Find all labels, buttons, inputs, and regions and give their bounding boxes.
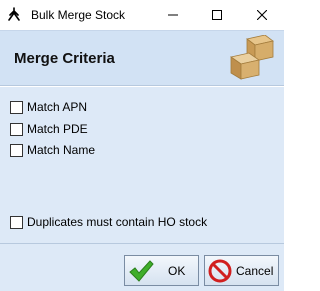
match-name-label: Match Name bbox=[27, 143, 96, 157]
match-name-checkbox[interactable] bbox=[10, 143, 23, 157]
header-title: Merge Criteria bbox=[14, 50, 115, 67]
cancel-icon bbox=[208, 259, 232, 282]
cancel-button[interactable]: Cancel bbox=[204, 255, 279, 286]
minimize-button[interactable] bbox=[151, 0, 195, 30]
cancel-label: Cancel bbox=[236, 263, 274, 278]
close-button[interactable] bbox=[240, 0, 284, 30]
checkmark-icon bbox=[129, 259, 154, 282]
ok-label: OK bbox=[168, 263, 186, 278]
match-name-option[interactable]: Match Name bbox=[10, 143, 95, 157]
title-bar: Bulk Merge Stock bbox=[0, 0, 284, 30]
match-pde-label: Match PDE bbox=[27, 122, 88, 136]
duplicates-checkbox[interactable] bbox=[10, 215, 23, 229]
match-apn-option[interactable]: Match APN bbox=[10, 100, 87, 114]
maximize-button[interactable] bbox=[195, 0, 239, 30]
close-icon bbox=[257, 10, 267, 20]
header-panel: Merge Criteria bbox=[0, 30, 284, 86]
duplicates-label: Duplicates must contain HO stock bbox=[27, 215, 208, 229]
match-apn-label: Match APN bbox=[27, 100, 88, 114]
match-pde-checkbox[interactable] bbox=[10, 122, 23, 136]
ok-button[interactable]: OK bbox=[124, 255, 199, 286]
criteria-panel: Match APN Match PDE Match Name Duplicate… bbox=[0, 87, 284, 243]
boxes-icon bbox=[230, 35, 274, 80]
duplicates-option[interactable]: Duplicates must contain HO stock bbox=[10, 215, 207, 229]
window-title: Bulk Merge Stock bbox=[31, 8, 126, 22]
minimize-icon bbox=[168, 14, 178, 16]
match-apn-checkbox[interactable] bbox=[10, 100, 23, 114]
match-pde-option[interactable]: Match PDE bbox=[10, 122, 88, 136]
maximize-icon bbox=[212, 10, 222, 20]
stick-figure-icon bbox=[8, 7, 20, 21]
